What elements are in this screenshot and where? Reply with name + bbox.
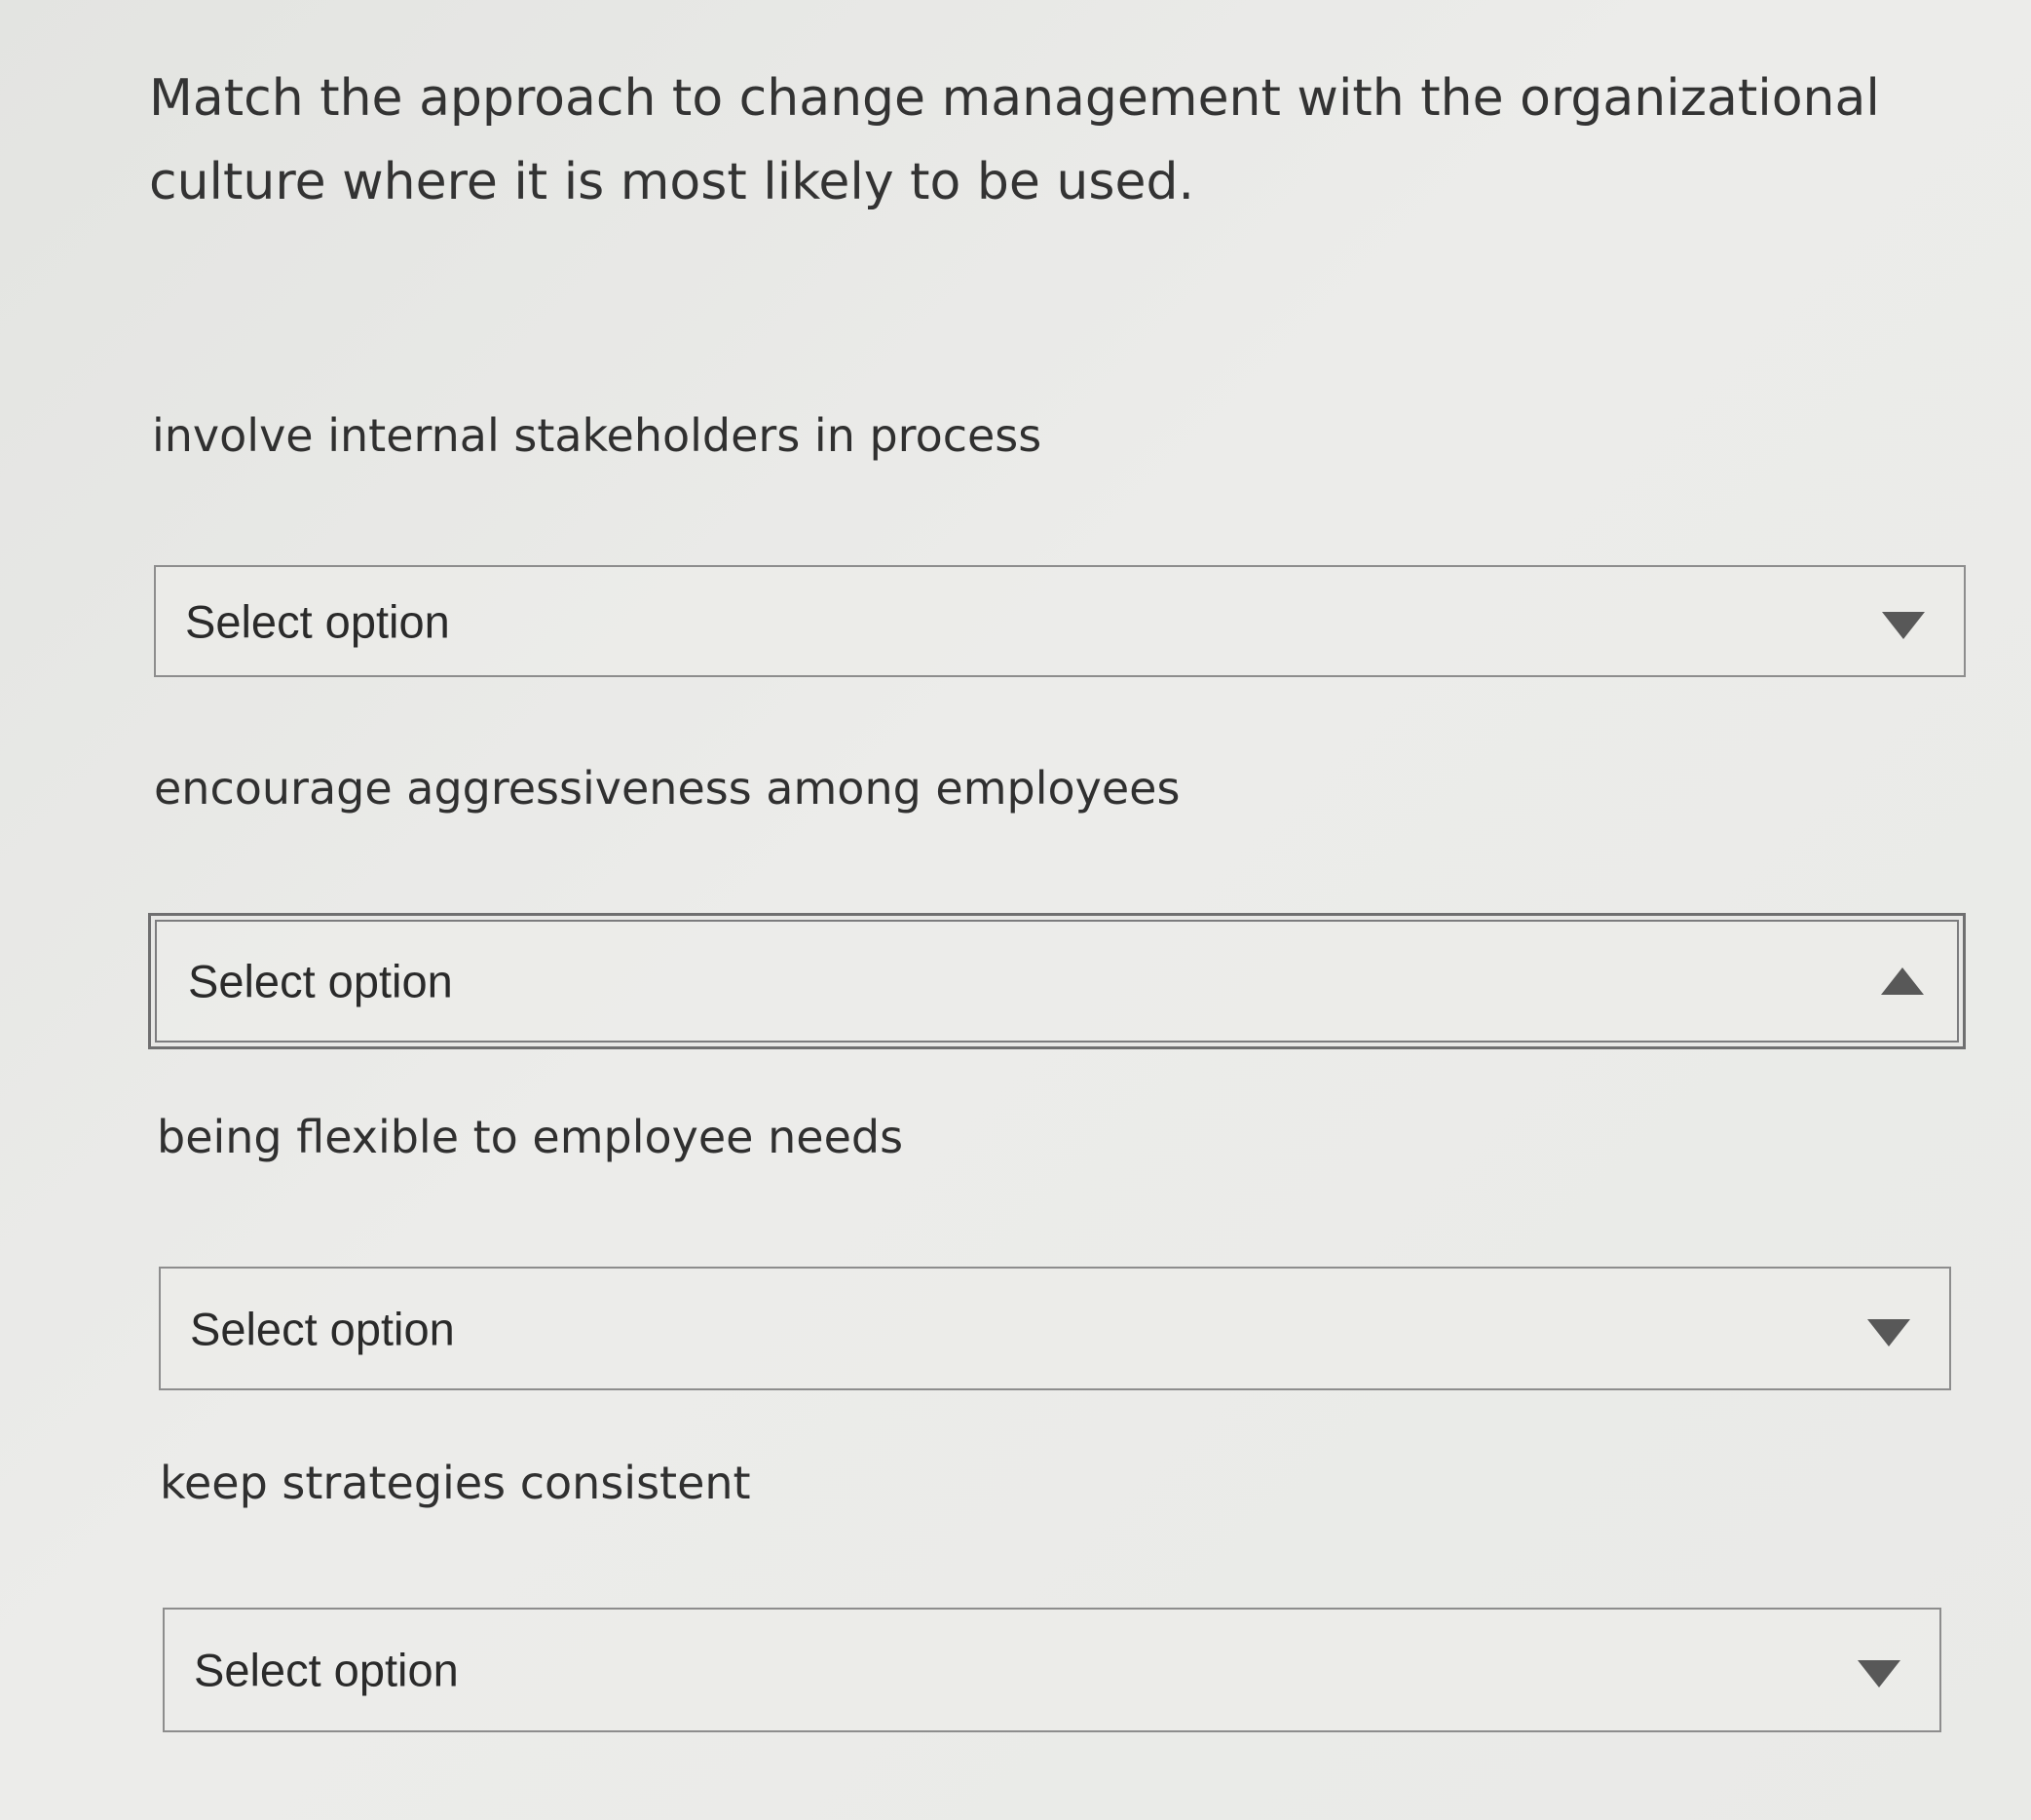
- option-select-2[interactable]: Select option: [148, 913, 1966, 1049]
- select-value: Select option: [185, 595, 450, 647]
- option-select-1[interactable]: Select option: [154, 565, 1966, 677]
- caret-down-icon: [1882, 611, 1925, 639]
- caret-down-icon: [1858, 1660, 1900, 1687]
- select-value: Select option: [194, 1644, 459, 1696]
- matching-question-page: Match the approach to change management …: [0, 0, 2031, 1820]
- option-select-4[interactable]: Select option: [163, 1608, 1941, 1732]
- prompt-label: involve internal stakeholders in process: [152, 409, 1042, 462]
- prompt-label: keep strategies consistent: [160, 1457, 751, 1509]
- select-value: Select option: [190, 1303, 455, 1354]
- option-select-3[interactable]: Select option: [159, 1267, 1951, 1390]
- question-text: Match the approach to change management …: [149, 69, 1880, 211]
- caret-down-icon: [1867, 1318, 1910, 1346]
- select-value: Select option: [188, 955, 453, 1007]
- prompt-label: being flexible to employee needs: [157, 1111, 904, 1163]
- caret-up-icon: [1881, 967, 1924, 995]
- prompt-label: encourage aggressiveness among employees: [154, 762, 1181, 815]
